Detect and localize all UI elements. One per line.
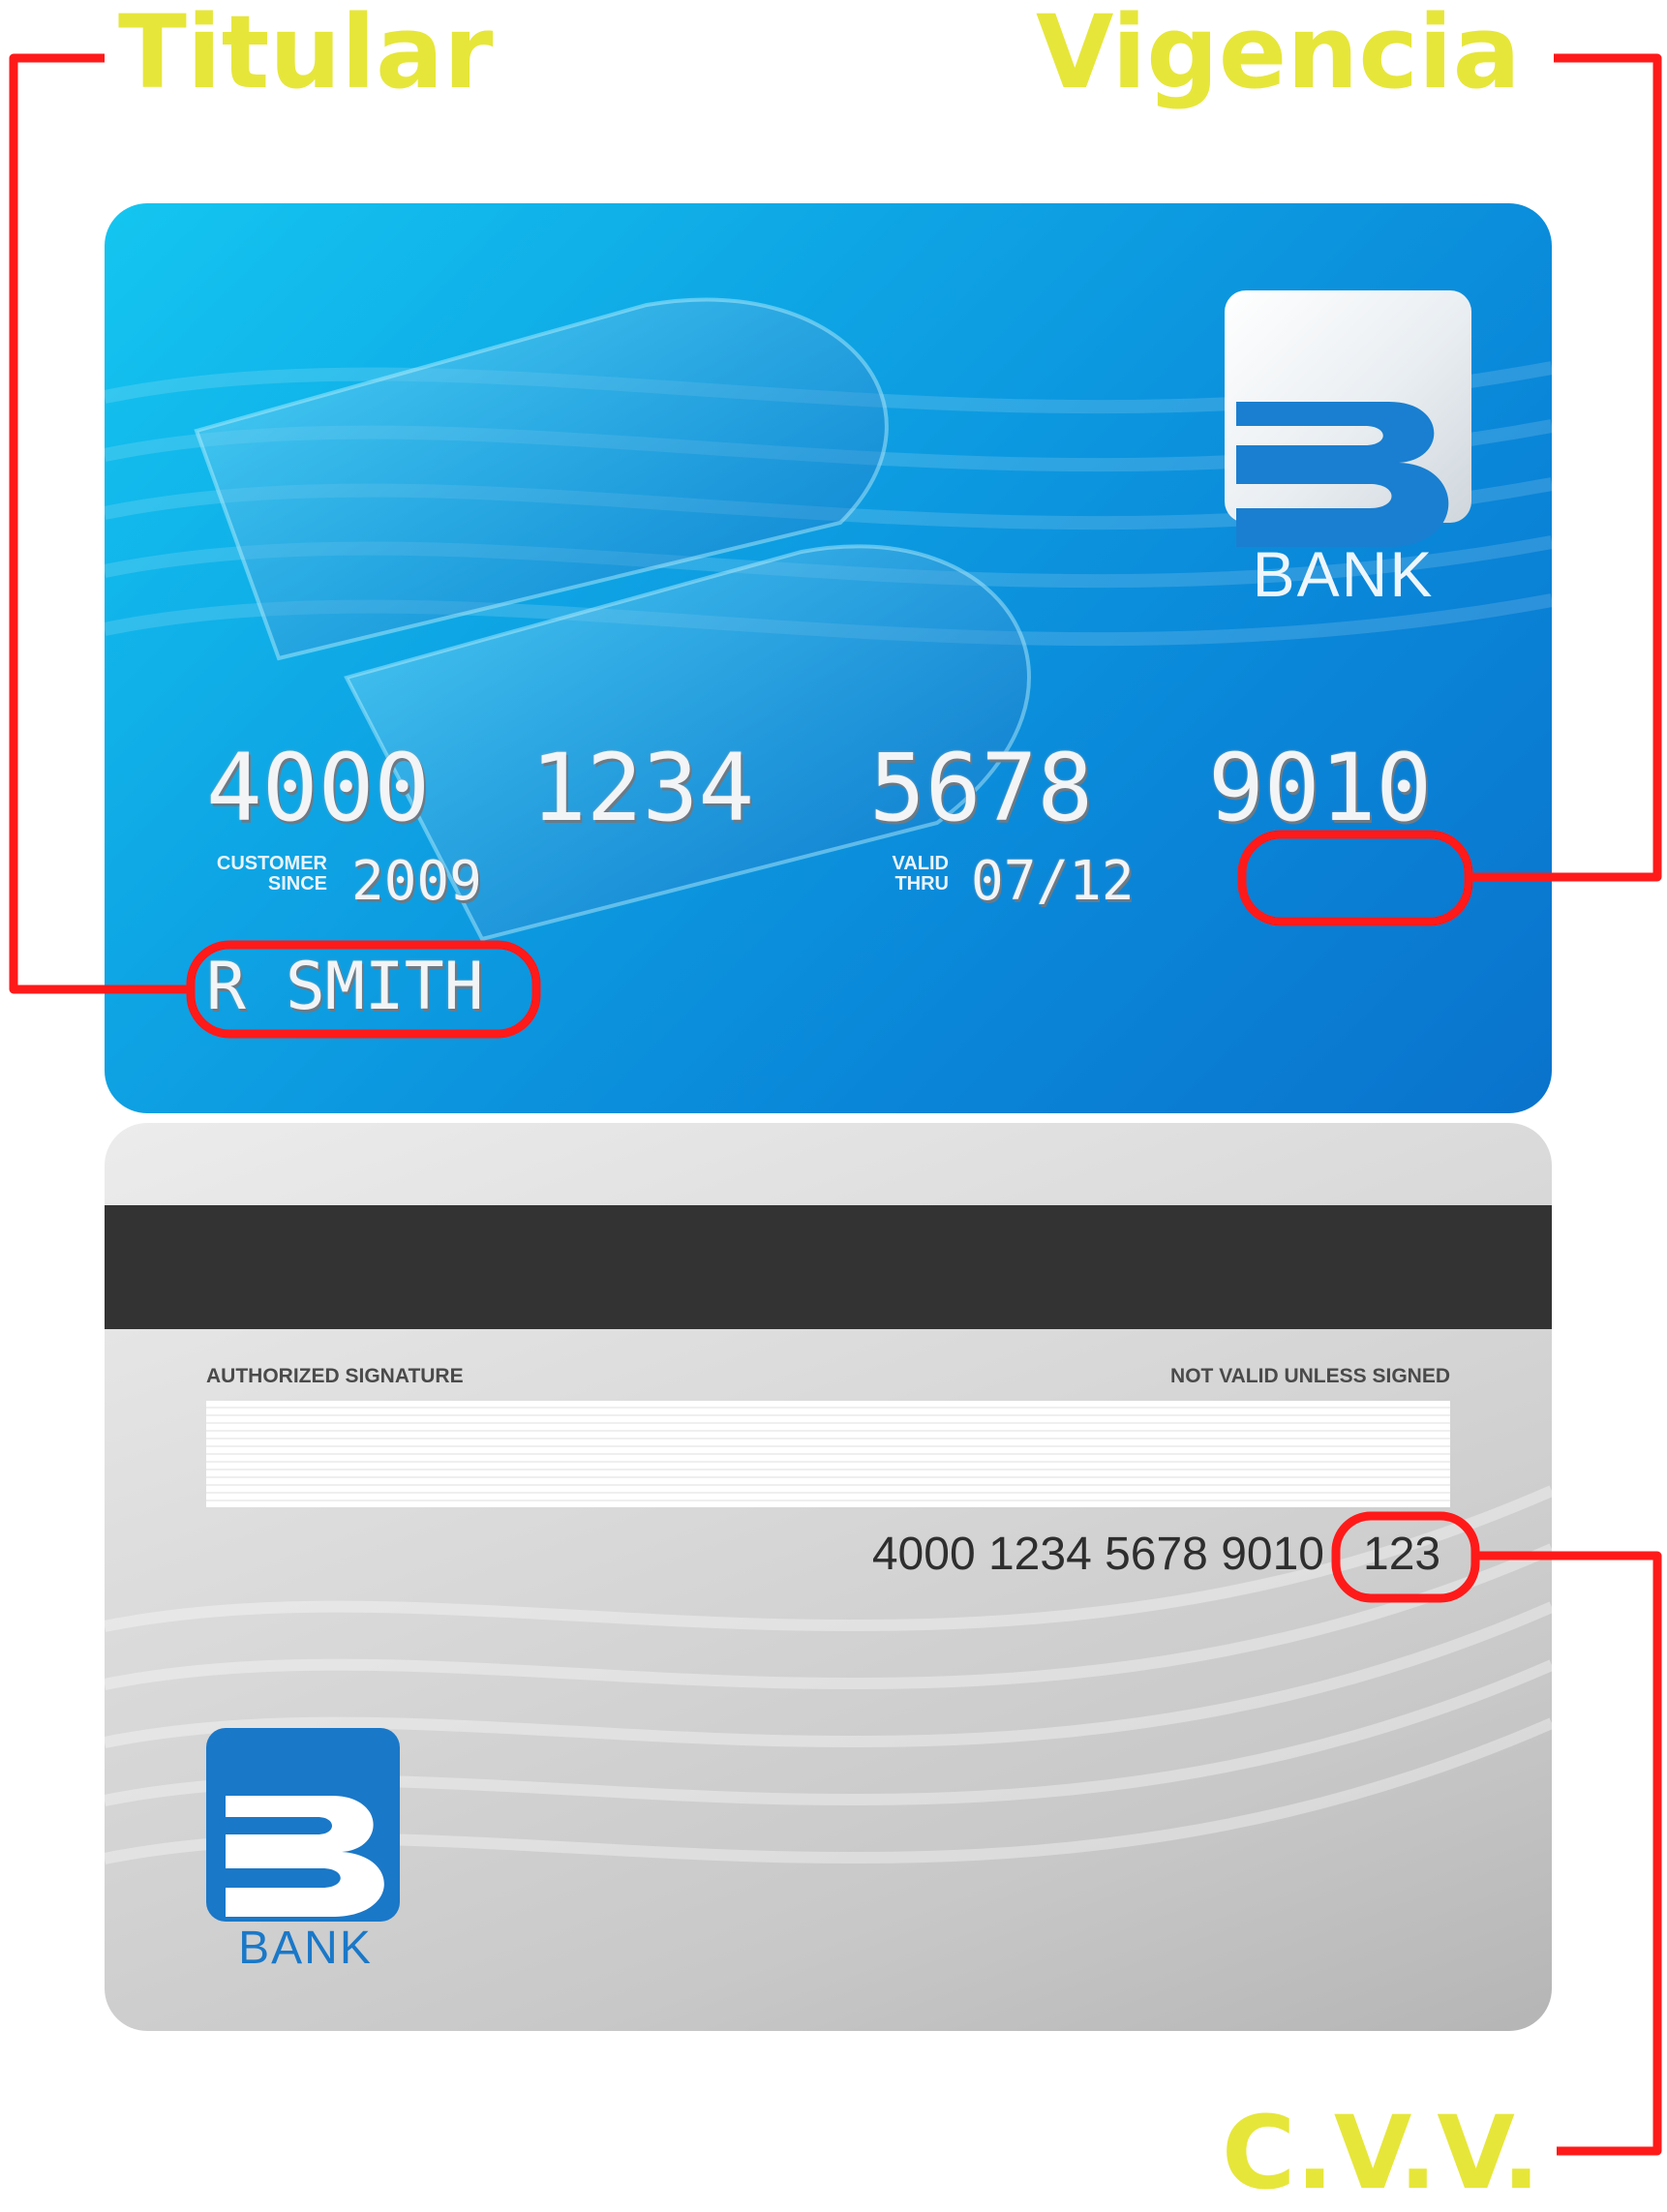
holder-callout-line: [9, 53, 191, 994]
cardholder-name-highlight: [186, 940, 541, 1039]
callout-overlay: [9, 53, 1662, 2156]
cvv-callout-line: [1475, 1551, 1662, 2156]
cvv-highlight: [1331, 1511, 1480, 1603]
validity-callout-line: [1469, 53, 1662, 882]
valid-thru-highlight: [1237, 830, 1473, 926]
